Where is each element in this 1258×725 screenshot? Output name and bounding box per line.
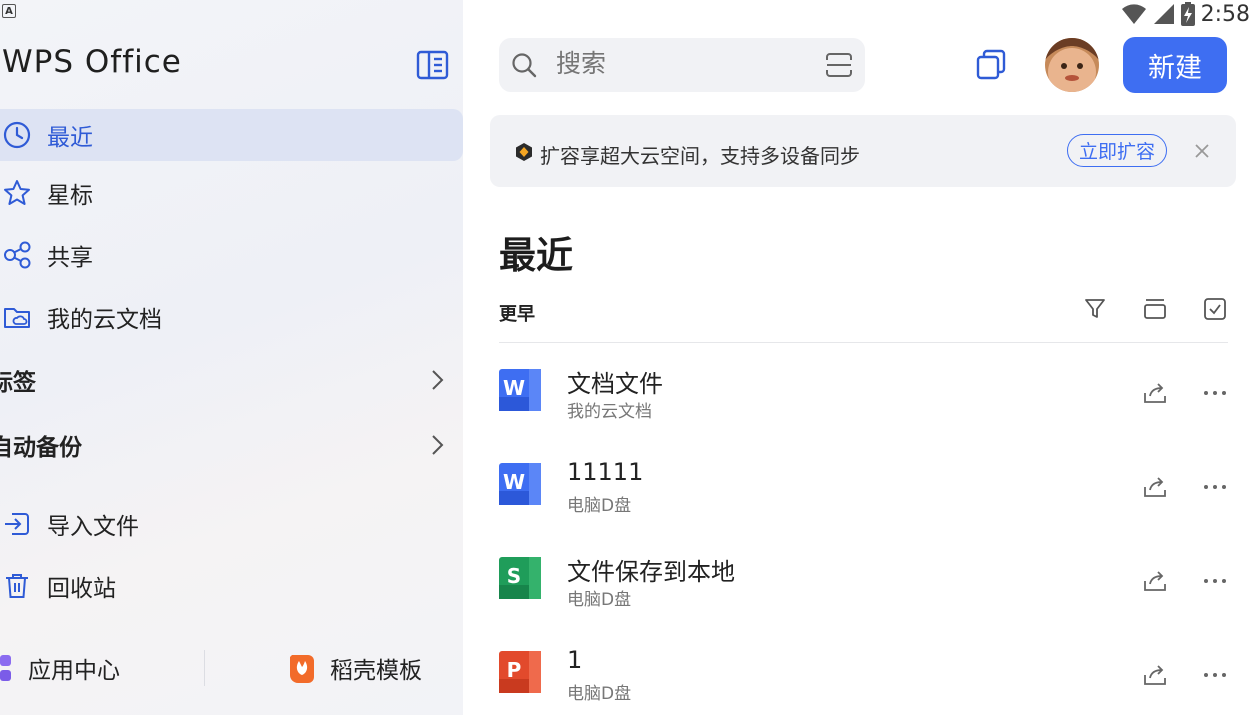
share-icon[interactable]: [1142, 380, 1168, 406]
sidebar-item-label: 星标: [47, 183, 93, 209]
status-indicator: A: [2, 4, 16, 18]
sidebar-item-label: 最近: [47, 125, 93, 151]
wifi-icon: [1121, 4, 1146, 24]
more-icon[interactable]: [1202, 474, 1228, 500]
scan-icon[interactable]: [825, 52, 853, 78]
section-label: 自动备份: [0, 435, 82, 461]
file-name: 11111: [567, 458, 644, 486]
app-center-label: 应用中心: [28, 658, 120, 684]
search-icon: [512, 53, 537, 78]
sidebar-item-recent[interactable]: 最近: [0, 109, 463, 161]
file-location: 电脑D盘: [567, 684, 632, 704]
sidebar-item-shared[interactable]: 共享: [0, 229, 463, 281]
search-box[interactable]: [499, 38, 865, 92]
sidebar-item-label: 导入文件: [47, 514, 139, 540]
clock-icon: [3, 121, 31, 149]
chevron-right-icon: [432, 435, 444, 455]
file-type-letter: W: [503, 470, 525, 494]
new-button[interactable]: 新建: [1123, 37, 1227, 93]
search-input[interactable]: [556, 49, 796, 78]
star-icon: [4, 180, 30, 205]
sidebar-section-auto-backup[interactable]: 自动备份: [0, 425, 463, 465]
file-name: 文件保存到本地: [567, 558, 735, 586]
file-type-letter: S: [507, 564, 521, 588]
promo-text: 扩容享超大云空间，支持多设备同步: [540, 144, 860, 168]
app-logo: WPS Office: [2, 44, 182, 80]
sidebar: A WPS Office 最近 星标 共享 我的云文档 标签 自动备份 导入文件…: [0, 0, 463, 715]
spreadsheet-file-icon: S: [499, 557, 541, 599]
more-icon[interactable]: [1202, 662, 1228, 688]
sidebar-item-starred[interactable]: 星标: [0, 167, 463, 219]
chevron-right-icon: [432, 370, 444, 390]
divider: [204, 650, 205, 686]
templates-label: 稻壳模板: [330, 658, 422, 684]
more-icon[interactable]: [1202, 568, 1228, 594]
file-name: 1: [567, 646, 583, 674]
sidebar-section-tags[interactable]: 标签: [0, 360, 463, 400]
sidebar-item-cloud-docs[interactable]: 我的云文档: [0, 291, 463, 343]
app-center-icon: [0, 655, 11, 681]
share-icon[interactable]: [1142, 474, 1168, 500]
share-icon[interactable]: [1142, 662, 1168, 688]
file-row[interactable]: W 11111 电脑D盘: [499, 443, 1228, 537]
share-nodes-icon: [4, 241, 31, 269]
docer-template-icon: [290, 655, 314, 683]
file-location: 我的云文档: [567, 402, 652, 422]
promo-banner: 扩容享超大云空间，支持多设备同步 立即扩容: [490, 115, 1236, 187]
section-label: 标签: [0, 370, 36, 396]
sidebar-item-label: 共享: [47, 245, 93, 271]
import-icon: [5, 513, 29, 535]
word-file-icon: W: [499, 369, 541, 411]
expand-storage-button[interactable]: 立即扩容: [1067, 134, 1167, 167]
filter-icon[interactable]: [1083, 297, 1107, 321]
presentation-file-icon: P: [499, 651, 541, 693]
multi-select-icon[interactable]: [1203, 297, 1227, 321]
battery-charging-icon: [1180, 2, 1195, 26]
templates-button[interactable]: 稻壳模板: [288, 645, 422, 691]
file-row[interactable]: P 1 电脑D盘: [499, 631, 1228, 725]
user-avatar[interactable]: [1045, 38, 1099, 92]
file-type-letter: P: [507, 658, 522, 682]
group-label: 更早: [499, 304, 535, 325]
page-title: 最近: [499, 234, 573, 277]
close-icon[interactable]: [1192, 141, 1212, 161]
sidebar-toggle-icon: [416, 50, 449, 80]
cloud-storage-badge-icon: [516, 143, 532, 161]
avatar-image: [1045, 38, 1099, 92]
divider: [499, 342, 1228, 343]
sidebar-item-label: 我的云文档: [47, 307, 162, 333]
file-name: 文档文件: [567, 370, 663, 398]
sidebar-item-trash[interactable]: 回收站: [0, 560, 463, 612]
file-location: 电脑D盘: [567, 590, 632, 610]
share-icon[interactable]: [1142, 568, 1168, 594]
signal-icon: [1153, 4, 1174, 24]
sidebar-item-import[interactable]: 导入文件: [0, 498, 463, 550]
multi-window-icon[interactable]: [976, 49, 1006, 81]
view-mode-icon[interactable]: [1143, 297, 1167, 321]
sidebar-item-label: 回收站: [47, 576, 116, 602]
clock: 2:58: [1200, 1, 1250, 27]
sidebar-collapse-button[interactable]: [416, 50, 449, 80]
cloud-folder-icon: [4, 308, 30, 328]
more-icon[interactable]: [1202, 380, 1228, 406]
word-file-icon: W: [499, 463, 541, 505]
file-location: 电脑D盘: [567, 496, 632, 516]
file-row[interactable]: W 文档文件 我的云文档: [499, 349, 1228, 443]
file-type-letter: W: [503, 376, 525, 400]
file-row[interactable]: S 文件保存到本地 电脑D盘: [499, 537, 1228, 631]
trash-icon: [6, 574, 28, 598]
app-center-button[interactable]: 应用中心: [0, 645, 120, 691]
status-bar: 2:58: [1121, 0, 1250, 28]
